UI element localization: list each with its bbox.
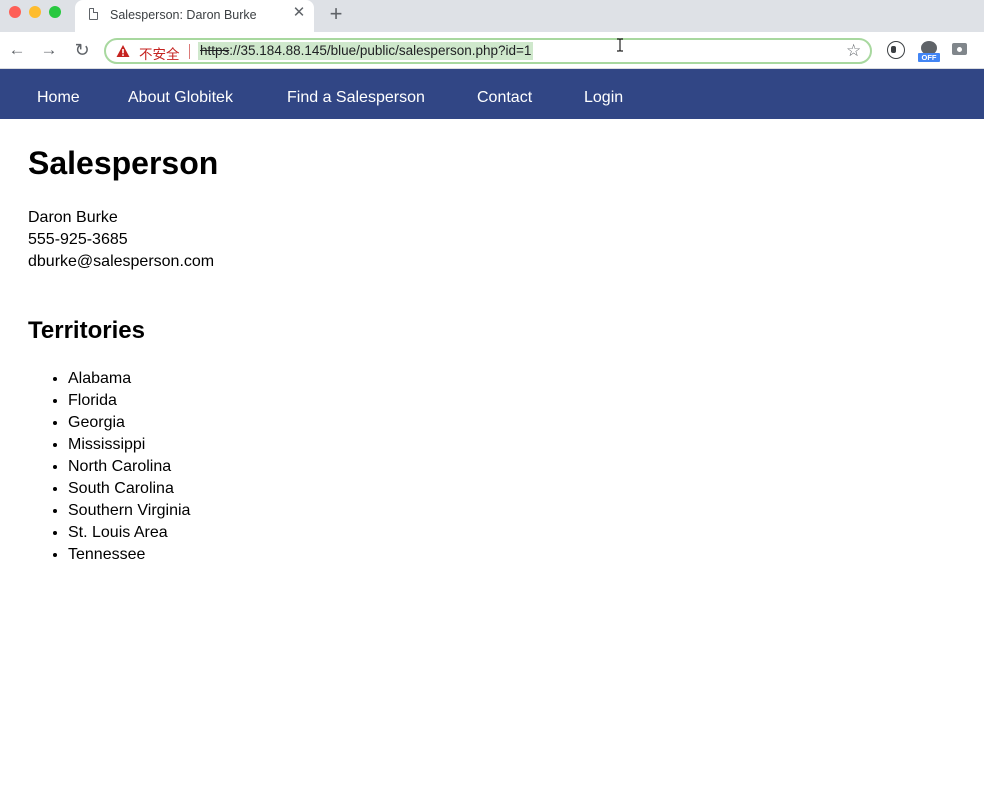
nav-login[interactable]: Login <box>584 69 623 119</box>
salesperson-email: dburke@salesperson.com <box>28 253 215 270</box>
reload-button[interactable]: ↻ <box>70 38 94 62</box>
list-item: Southern Virginia <box>68 500 190 522</box>
address-bar[interactable]: 不安全 https://35.184.88.145/blue/public/sa… <box>104 38 872 64</box>
nav-contact[interactable]: Contact <box>477 69 532 119</box>
nav-find-salesperson[interactable]: Find a Salesperson <box>287 69 425 119</box>
url-text[interactable]: https://35.184.88.145/blue/public/salesp… <box>198 42 534 60</box>
url-path: ://35.184.88.145/blue/public/salesperson… <box>229 43 532 58</box>
warning-icon[interactable] <box>116 44 130 58</box>
close-tab-icon[interactable]: ✕ <box>291 5 307 21</box>
nav-about-globitek[interactable]: About Globitek <box>128 69 233 119</box>
site-navigation: Home About Globitek Find a Salesperson C… <box>0 69 984 119</box>
browser-tab-active[interactable]: Salesperson: Daron Burke ✕ <box>75 0 314 32</box>
new-tab-button[interactable]: + <box>326 3 346 25</box>
extension-off-badge: OFF <box>918 53 940 62</box>
salesperson-phone: 555-925-3685 <box>28 231 128 248</box>
nav-home[interactable]: Home <box>37 69 80 119</box>
territories-heading: Territories <box>28 317 145 344</box>
list-item: St. Louis Area <box>68 522 190 544</box>
window-minimize-button[interactable] <box>29 6 41 18</box>
window-close-button[interactable] <box>9 6 21 18</box>
document-icon <box>89 7 99 20</box>
browser-toolbar: ← → ↻ 不安全 https://35.184.88.145/blue/pub… <box>0 32 984 69</box>
omnibox-separator <box>189 44 190 59</box>
salesperson-name: Daron Burke <box>28 209 118 226</box>
list-item: Alabama <box>68 368 190 390</box>
url-scheme: https <box>200 43 230 58</box>
salesperson-info: Daron Burke 555-925-3685 dburke@salesper… <box>28 207 214 273</box>
list-item: Georgia <box>68 412 190 434</box>
list-item: Mississippi <box>68 434 190 456</box>
browser-tab-strip: Salesperson: Daron Burke ✕ + <box>0 0 984 32</box>
extension-cow-icon[interactable] <box>887 41 905 59</box>
extension-speedometer-icon[interactable]: OFF <box>918 41 940 63</box>
territories-list: Alabama Florida Georgia Mississippi Nort… <box>28 368 190 566</box>
camera-icon[interactable] <box>952 43 967 55</box>
bookmark-star-icon[interactable]: ☆ <box>846 41 861 61</box>
list-item: South Carolina <box>68 478 190 500</box>
text-cursor-icon <box>617 38 623 52</box>
list-item: Florida <box>68 390 190 412</box>
not-secure-label[interactable]: 不安全 <box>139 43 180 63</box>
page-title: Salesperson <box>28 145 219 181</box>
tab-title: Salesperson: Daron Burke <box>110 8 257 22</box>
forward-button[interactable]: → <box>37 38 61 62</box>
list-item: Tennessee <box>68 544 190 566</box>
list-item: North Carolina <box>68 456 190 478</box>
window-maximize-button[interactable] <box>49 6 61 18</box>
back-button[interactable]: ← <box>5 38 29 62</box>
